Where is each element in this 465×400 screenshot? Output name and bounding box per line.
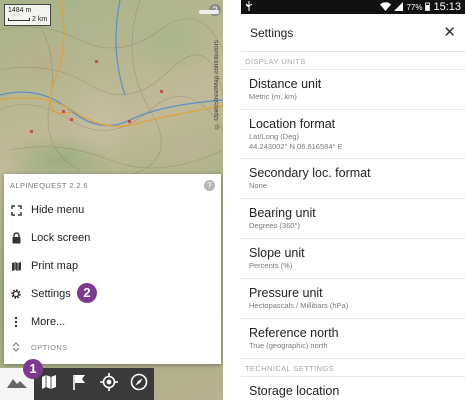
signal-icon bbox=[394, 1, 404, 13]
setting-value: Metric (m, km) bbox=[249, 92, 297, 101]
section-header-display-units: DISPLAY UNITS bbox=[245, 57, 306, 66]
setting-pressure-unit[interactable]: Pressure unit Hectopascals / Millibars (… bbox=[241, 278, 465, 318]
expand-icon bbox=[10, 341, 22, 353]
scale-bar-label: 2 km bbox=[32, 16, 48, 23]
status-right: 77% 15:13 bbox=[380, 1, 461, 13]
setting-name: Secondary loc. format bbox=[249, 166, 371, 180]
map-icon bbox=[10, 260, 22, 272]
map-scale: 1484 m 2 km bbox=[4, 4, 52, 26]
setting-value: Lat/Long (Deg) bbox=[249, 132, 300, 141]
menu-options-toggle[interactable]: OPTIONS bbox=[4, 336, 221, 358]
layers-icon bbox=[6, 375, 28, 394]
battery-icon bbox=[425, 2, 431, 13]
setting-secondary-loc-format[interactable]: Secondary loc. format None bbox=[241, 158, 465, 198]
setting-slope-unit[interactable]: Slope unit Percents (%) bbox=[241, 238, 465, 278]
compass-button[interactable] bbox=[124, 368, 154, 400]
setting-name: Reference north bbox=[249, 326, 339, 340]
flag-icon bbox=[72, 374, 86, 395]
scale-distance: 1484 m bbox=[8, 7, 32, 14]
compass-icon bbox=[130, 373, 148, 396]
setting-distance-unit[interactable]: Distance unit Metric (m, km) bbox=[241, 69, 465, 109]
map-screen: 1484 m 2 km ? © OpenStreetMap contributo… bbox=[0, 0, 223, 400]
section-header-technical-settings: TECHNICAL SETTINGS bbox=[245, 364, 335, 373]
setting-storage-location[interactable]: Storage location bbox=[241, 376, 465, 400]
setting-location-format[interactable]: Location format Lat/Long (Deg) 44.243002… bbox=[241, 109, 465, 158]
close-icon[interactable]: ✕ bbox=[443, 25, 456, 40]
setting-name: Bearing unit bbox=[249, 206, 316, 220]
setting-name: Pressure unit bbox=[249, 286, 323, 300]
lock-icon bbox=[10, 232, 22, 244]
step-badge-1: 1 bbox=[23, 359, 43, 379]
menu-item-lock-screen[interactable]: Lock screen bbox=[4, 224, 221, 252]
settings-screen: 77% 15:13 Settings ✕ DISPLAY UNITS Dista… bbox=[241, 0, 465, 400]
main-menu: ALPINEQUEST 2.2.6 ? Hide menu Lock scree… bbox=[4, 174, 221, 364]
status-bar: 77% 15:13 bbox=[241, 0, 465, 14]
options-label: OPTIONS bbox=[31, 342, 68, 352]
toolbar-handle[interactable] bbox=[199, 10, 219, 14]
map-icon bbox=[41, 374, 57, 395]
setting-value: Hectopascals / Millibars (hPa) bbox=[249, 301, 349, 310]
setting-bearing-unit[interactable]: Bearing unit Degrees (360°) bbox=[241, 198, 465, 238]
wifi-icon bbox=[380, 1, 392, 13]
menu-help-icon[interactable]: ? bbox=[204, 179, 215, 191]
more-vertical-icon bbox=[10, 316, 22, 328]
setting-value: Percents (%) bbox=[249, 261, 293, 270]
menu-item-print-map[interactable]: Print map bbox=[4, 252, 221, 280]
menu-item-more[interactable]: More... bbox=[4, 308, 221, 336]
page-title: Settings bbox=[250, 25, 294, 40]
landmarks-button[interactable] bbox=[64, 368, 94, 400]
setting-name: Storage location bbox=[249, 384, 340, 398]
fullscreen-icon bbox=[10, 204, 22, 216]
scale-bar bbox=[8, 18, 30, 21]
menu-header: ALPINEQUEST 2.2.6 ? bbox=[4, 174, 221, 196]
setting-reference-north[interactable]: Reference north True (geographic) north bbox=[241, 318, 465, 358]
menu-item-label: Settings bbox=[31, 288, 71, 300]
battery-level: 77% bbox=[406, 2, 423, 12]
menu-item-label: Hide menu bbox=[31, 204, 85, 216]
settings-titlebar: Settings ✕ bbox=[241, 14, 465, 52]
step-badge-2: 2 bbox=[77, 283, 97, 303]
locate-button[interactable] bbox=[94, 368, 124, 400]
usb-icon bbox=[245, 1, 253, 13]
crosshair-icon bbox=[100, 372, 118, 396]
setting-name: Slope unit bbox=[249, 246, 305, 260]
menu-item-hide-menu[interactable]: Hide menu bbox=[4, 196, 221, 224]
setting-value: True (geographic) north bbox=[249, 341, 328, 350]
setting-value: None bbox=[249, 181, 267, 190]
map-attribution: © OpenStreetMap contributors bbox=[214, 40, 220, 129]
setting-name: Location format bbox=[249, 117, 336, 131]
clock: 15:13 bbox=[433, 1, 461, 13]
menu-item-label: Lock screen bbox=[31, 232, 91, 244]
menu-item-label: More... bbox=[31, 316, 66, 328]
menu-item-settings[interactable]: Settings bbox=[4, 280, 221, 308]
setting-value: Degrees (360°) bbox=[249, 221, 300, 230]
setting-value-example: 44.243002° N 06.616584° E bbox=[249, 142, 343, 151]
setting-name: Distance unit bbox=[249, 77, 322, 91]
menu-item-label: Print map bbox=[31, 260, 79, 272]
app-version: ALPINEQUEST 2.2.6 bbox=[10, 180, 88, 190]
gear-icon bbox=[10, 288, 22, 300]
